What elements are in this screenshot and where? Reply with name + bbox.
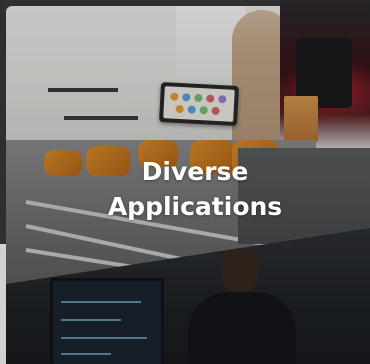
monitor-icon [50,278,164,364]
card-title: Diverse Applications [0,154,370,224]
title-line-1: Diverse [141,157,249,186]
lab-photo [6,6,286,152]
tablet-icon [159,81,239,127]
lab-shelf [48,88,118,92]
title-line-2: Applications [107,192,283,221]
lab-shelf [64,116,138,120]
lab-person [232,10,286,152]
robot-photo [280,0,370,152]
card-edge [0,244,6,364]
operator-person [184,248,304,364]
diverse-applications-card[interactable]: Diverse Applications [0,0,370,364]
robot-base [284,96,318,142]
